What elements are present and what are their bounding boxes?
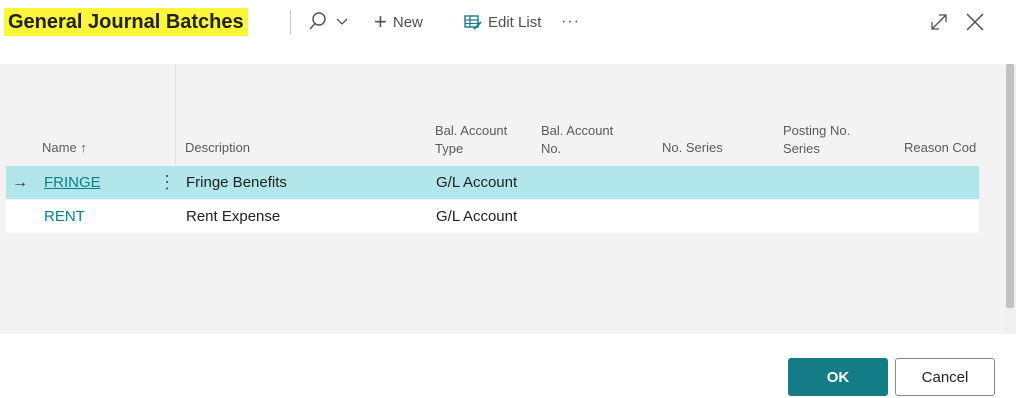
row-selected-arrow-icon: → [12,174,28,191]
column-header-no-series[interactable]: No. Series [662,139,723,157]
cancel-button[interactable]: Cancel [895,358,995,396]
column-bal-account-type-line1: Bal. Account [435,123,508,138]
column-name-label: Name [42,140,77,155]
edit-list-icon [464,15,482,30]
search-icon [309,12,348,30]
column-header-posting-no-series[interactable]: Posting No. Series [783,122,850,158]
table-row[interactable]: → FRINGE ⋮ Fringe Benefits G/L Account [6,166,979,199]
row-description: Fringe Benefits [186,174,287,191]
column-posting-no-series-line2: Series [783,141,820,156]
column-header-name[interactable]: Name ↑ [42,139,87,157]
column-header-reason-code[interactable]: Reason Cod [904,139,976,157]
edit-list-label: Edit List [488,13,542,31]
more-options-button[interactable]: ··· [561,8,580,36]
column-bal-account-no-line2: No. [541,141,562,156]
header-divider [290,10,291,34]
row-name-link[interactable]: RENT [44,200,85,233]
plus-icon: + [374,9,387,34]
new-label: New [392,13,423,31]
row-bal-account-type: G/L Account [436,174,518,191]
column-bal-account-type-line2: Type [435,141,464,156]
list-grid [0,64,1016,334]
close-button[interactable] [964,8,986,36]
new-button[interactable]: + New [374,8,423,36]
table-row[interactable]: RENT Rent Expense G/L Account [6,200,979,233]
column-bal-account-no-line1: Bal. Account [541,123,614,138]
column-header-bal-account-type[interactable]: Bal. Account Type [435,122,507,158]
row-description: Rent Expense [186,208,281,225]
row-name-link[interactable]: FRINGE [44,166,101,199]
dialog-header: General Journal Batches + New Edit List … [0,0,1016,46]
sort-ascending-icon: ↑ [80,140,87,155]
page-title: General Journal Batches [4,8,248,36]
edit-list-button[interactable]: Edit List [464,8,541,36]
expand-button[interactable] [928,8,950,36]
row-actions-icon[interactable]: ⋮ [158,166,176,199]
close-icon [966,13,984,31]
search-button[interactable] [307,8,351,36]
column-header-description[interactable]: Description [185,139,250,157]
row-bal-account-type: G/L Account [436,208,518,225]
ok-button[interactable]: OK [788,358,888,396]
expand-icon [931,14,947,30]
column-header-bal-account-no[interactable]: Bal. Account No. [541,122,613,158]
scrollbar-thumb[interactable] [1006,64,1014,308]
column-divider [175,64,176,164]
column-posting-no-series-line1: Posting No. [783,123,851,138]
